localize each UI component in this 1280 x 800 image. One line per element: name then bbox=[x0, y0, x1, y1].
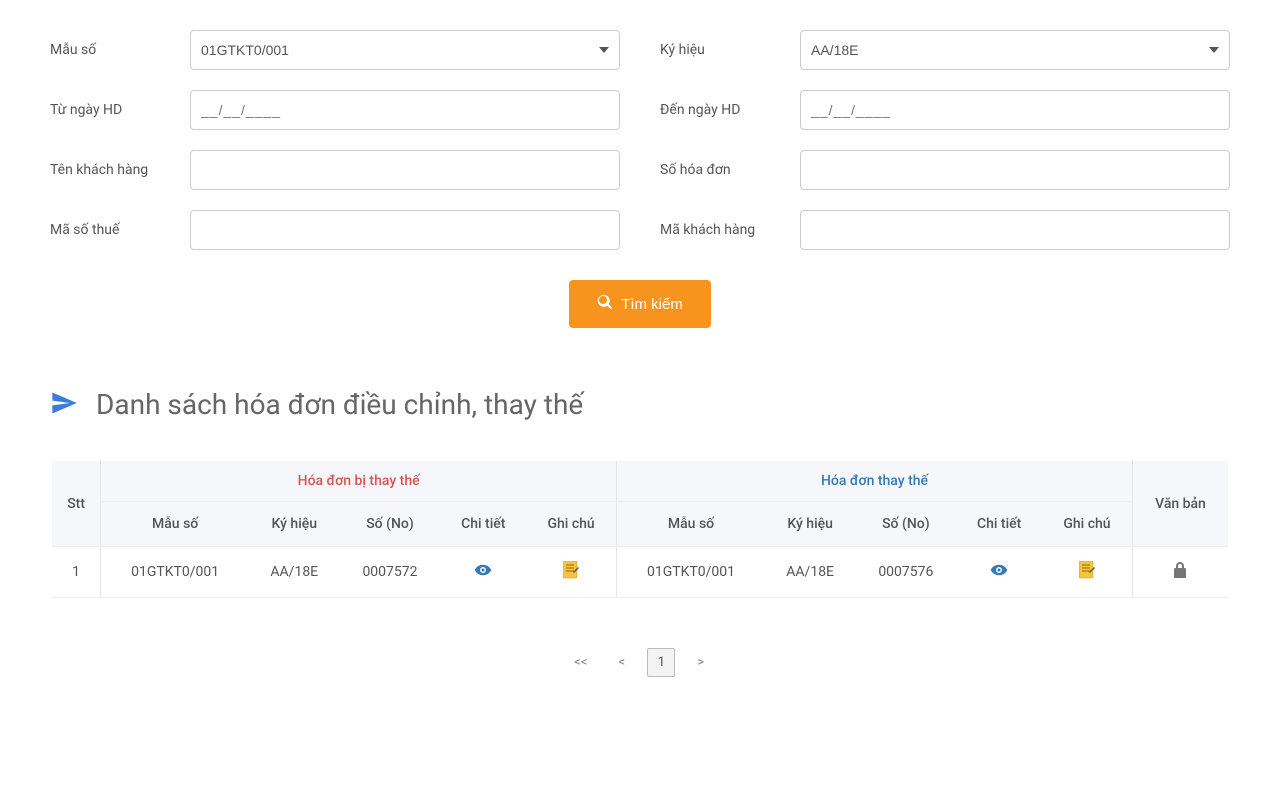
col-a-so: Số (No) bbox=[340, 502, 441, 547]
ma-kh-label: Mã khách hàng bbox=[660, 222, 800, 238]
page-next[interactable]: > bbox=[687, 648, 715, 677]
cell-a-kyhieu: AA/18E bbox=[249, 547, 339, 598]
cell-a-mauso: 01GTKT0/001 bbox=[101, 547, 249, 598]
ma-kh-input[interactable] bbox=[800, 210, 1230, 250]
eye-icon bbox=[990, 561, 1008, 579]
ma-so-thue-label: Mã số thuế bbox=[50, 222, 190, 238]
col-b-mauso: Mẫu số bbox=[617, 502, 765, 547]
page-first[interactable]: << bbox=[565, 648, 596, 677]
col-vanban: Văn bản bbox=[1132, 461, 1228, 547]
cell-a-chitiet[interactable] bbox=[440, 547, 526, 598]
so-hoa-don-input[interactable] bbox=[800, 150, 1230, 190]
col-stt: Stt bbox=[52, 461, 101, 547]
ten-kh-label: Tên khách hàng bbox=[50, 162, 190, 178]
cell-b-kyhieu: AA/18E bbox=[765, 547, 855, 598]
tu-ngay-label: Từ ngày HD bbox=[50, 102, 190, 118]
so-hoa-don-label: Số hóa đơn bbox=[660, 162, 800, 178]
cell-vanban[interactable] bbox=[1132, 547, 1228, 598]
invoice-table: Stt Hóa đơn bị thay thế Hóa đơn thay thế… bbox=[52, 461, 1228, 598]
tu-ngay-input[interactable] bbox=[190, 90, 620, 130]
col-a-ghichu: Ghi chú bbox=[526, 502, 616, 547]
search-button[interactable]: Tìm kiếm bbox=[569, 280, 711, 328]
cell-stt: 1 bbox=[52, 547, 101, 598]
search-icon bbox=[597, 294, 613, 314]
cell-a-ghichu[interactable] bbox=[526, 547, 616, 598]
col-b-ghichu: Ghi chú bbox=[1042, 502, 1132, 547]
paper-plane-icon bbox=[50, 389, 78, 421]
ky-hieu-select[interactable]: AA/18E bbox=[800, 30, 1230, 70]
search-button-label: Tìm kiếm bbox=[621, 296, 683, 313]
section-title: Danh sách hóa đơn điều chỉnh, thay thế bbox=[96, 388, 583, 421]
page-prev[interactable]: < bbox=[608, 648, 636, 677]
ten-kh-input[interactable] bbox=[190, 150, 620, 190]
col-a-chitiet: Chi tiết bbox=[440, 502, 526, 547]
col-a-mauso: Mẫu số bbox=[101, 502, 249, 547]
mau-so-label: Mẫu số bbox=[50, 42, 190, 58]
cell-b-ghichu[interactable] bbox=[1042, 547, 1132, 598]
cell-b-so: 0007576 bbox=[855, 547, 956, 598]
ma-so-thue-input[interactable] bbox=[190, 210, 620, 250]
cell-b-mauso: 01GTKT0/001 bbox=[617, 547, 765, 598]
col-b-chitiet: Chi tiết bbox=[956, 502, 1042, 547]
col-a-kyhieu: Ký hiệu bbox=[249, 502, 339, 547]
mau-so-select[interactable]: 01GTKT0/001 bbox=[190, 30, 620, 70]
eye-icon bbox=[474, 561, 492, 579]
group-replaced: Hóa đơn bị thay thế bbox=[101, 461, 617, 502]
cell-b-chitiet[interactable] bbox=[956, 547, 1042, 598]
cell-a-so: 0007572 bbox=[340, 547, 441, 598]
col-b-kyhieu: Ký hiệu bbox=[765, 502, 855, 547]
ky-hieu-label: Ký hiệu bbox=[660, 42, 800, 58]
pagination: << < 1 > bbox=[50, 648, 1230, 677]
note-icon bbox=[563, 561, 579, 579]
col-b-so: Số (No) bbox=[855, 502, 956, 547]
den-ngay-label: Đến ngày HD bbox=[660, 102, 800, 118]
group-replacement: Hóa đơn thay thế bbox=[617, 461, 1133, 502]
page-current[interactable]: 1 bbox=[647, 648, 675, 677]
den-ngay-input[interactable] bbox=[800, 90, 1230, 130]
note-icon bbox=[1079, 561, 1095, 579]
table-row: 1 01GTKT0/001 AA/18E 0007572 01GTK bbox=[52, 547, 1228, 598]
lock-icon bbox=[1173, 566, 1187, 582]
